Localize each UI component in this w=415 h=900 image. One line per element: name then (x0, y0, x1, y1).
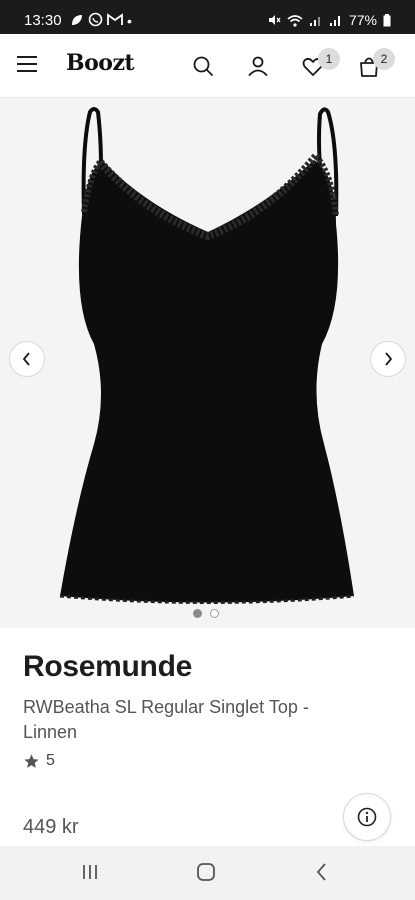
signal-icon (329, 15, 340, 26)
battery-icon (383, 13, 391, 26)
leaf-icon (72, 14, 82, 25)
recent-apps-icon[interactable] (80, 862, 100, 882)
status-time: 13:30 (24, 12, 62, 29)
previous-image-button[interactable] (9, 341, 45, 377)
info-icon (357, 807, 377, 827)
signal-icon (309, 16, 320, 26)
app-header: Boozt 1 2 (0, 34, 415, 98)
rating-value: 5 (46, 752, 55, 769)
mute-icon (268, 15, 281, 25)
product-price: 449 kr (23, 816, 79, 838)
product-image-gallery[interactable] (0, 98, 415, 628)
battery-percent: 77% (348, 12, 377, 28)
notification-icons (70, 12, 123, 27)
chevron-left-icon (22, 352, 30, 366)
whatsapp-icon (88, 12, 103, 27)
status-dot: • (127, 13, 132, 29)
carousel-dot-active[interactable] (193, 609, 202, 618)
brand-logo[interactable]: Boozt (66, 50, 135, 76)
product-image[interactable] (54, 104, 362, 604)
account-icon[interactable] (246, 54, 270, 78)
carousel-indicator (193, 609, 219, 618)
cart-count-badge: 2 (373, 48, 395, 70)
product-brand[interactable]: Rosemunde (23, 650, 192, 684)
gmail-icon (107, 13, 123, 25)
system-navigation-bar (0, 846, 415, 900)
product-name: RWBeatha SL Regular Singlet Top - Linnen (23, 697, 309, 742)
home-icon[interactable] (196, 862, 216, 882)
chevron-right-icon (385, 352, 393, 366)
carousel-dot[interactable] (210, 609, 219, 618)
status-bar: 13:30 • 77% (0, 0, 415, 34)
wifi-icon (287, 14, 303, 27)
search-icon[interactable] (191, 54, 215, 78)
star-icon (24, 753, 39, 768)
system-icons: 77% (267, 12, 391, 28)
next-image-button[interactable] (370, 341, 406, 377)
wishlist-count-badge: 1 (318, 48, 340, 70)
menu-icon[interactable] (17, 56, 37, 72)
product-rating[interactable]: 5 (23, 752, 55, 770)
info-button[interactable] (343, 793, 391, 841)
back-icon[interactable] (314, 862, 330, 882)
